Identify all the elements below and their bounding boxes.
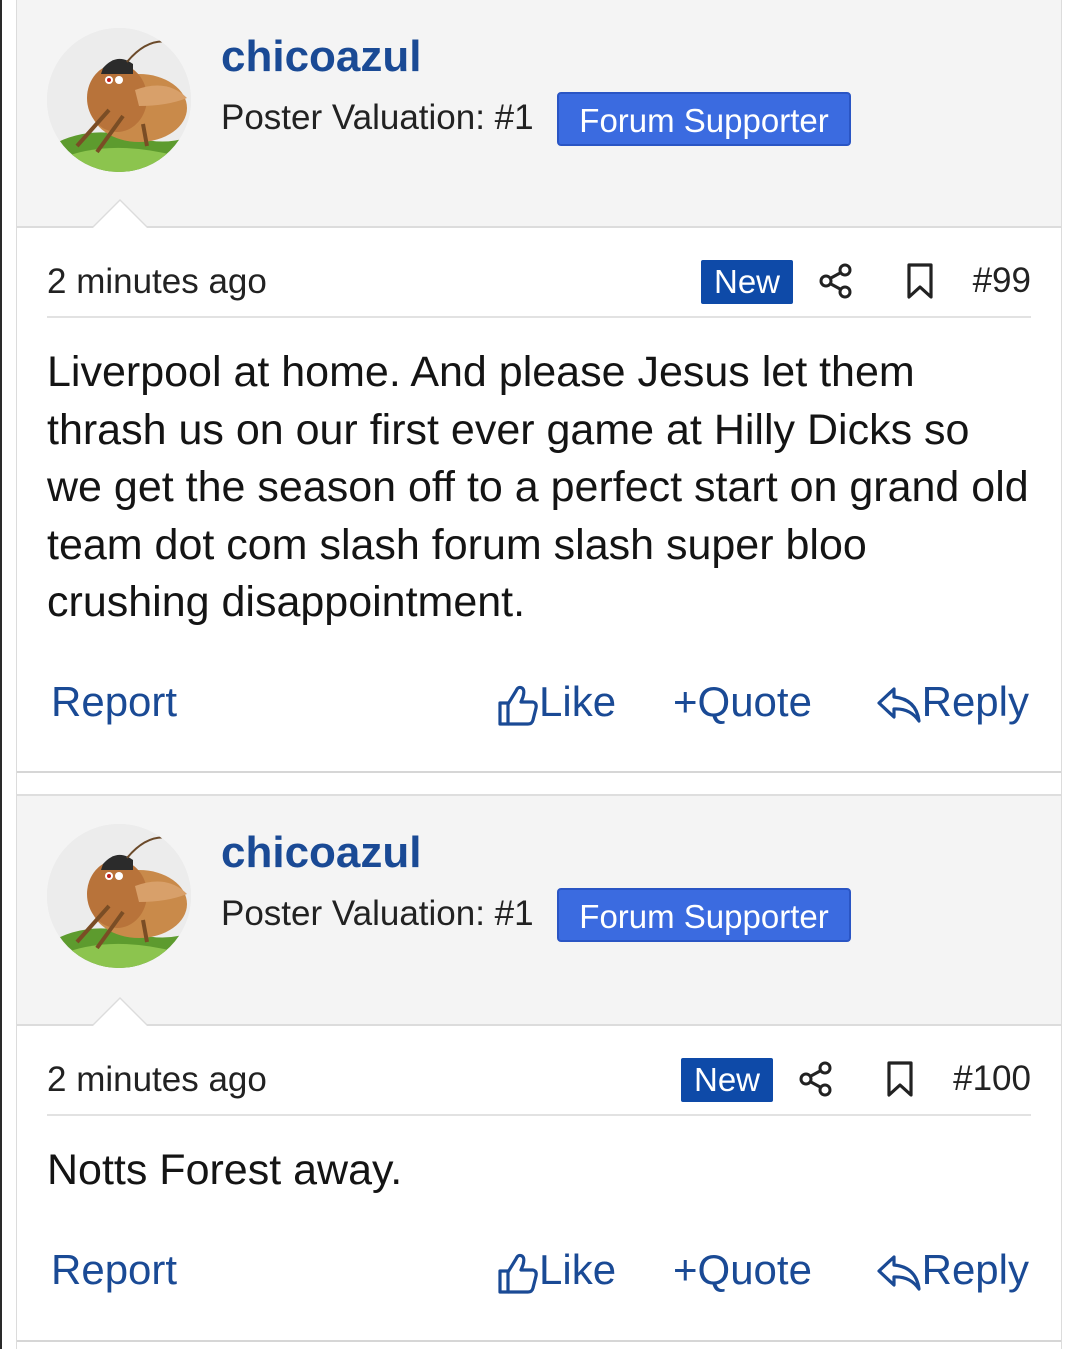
plus-icon: +: [673, 1246, 698, 1293]
like-label: Like: [539, 678, 617, 725]
post-actions: Report Like +Quote Reply: [47, 1240, 1031, 1300]
post: chicoazul Poster Valuation: #1 Forum Sup…: [17, 0, 1061, 773]
post-time[interactable]: 2 minutes ago: [47, 1060, 267, 1100]
grasshopper-avatar-image: [47, 824, 191, 968]
share-icon[interactable]: [797, 1060, 835, 1098]
quote-label: Quote: [697, 1246, 812, 1293]
post-actions: Report Like +Quote Reply: [47, 672, 1031, 732]
share-icon[interactable]: [817, 262, 855, 300]
forum-supporter-badge: Forum Supporter: [557, 92, 851, 146]
quote-label: Quote: [697, 678, 812, 725]
avatar[interactable]: [47, 824, 191, 968]
poster-valuation: Poster Valuation: #1: [221, 894, 534, 933]
reply-label: Reply: [921, 1246, 1029, 1293]
username[interactable]: chicoazul: [221, 30, 422, 84]
forum-supporter-badge: Forum Supporter: [557, 888, 851, 942]
avatar[interactable]: [47, 28, 191, 172]
thread-page: chicoazul Poster Valuation: #1 Forum Sup…: [0, 0, 1079, 1349]
reply-button[interactable]: Reply: [876, 1240, 1029, 1300]
plus-icon: +: [673, 678, 698, 725]
quote-button[interactable]: +Quote: [673, 672, 812, 732]
post-meta: 2 minutes ago New #100: [47, 1026, 1031, 1116]
thumbs-up-icon: [498, 685, 538, 726]
like-button[interactable]: Like: [497, 672, 616, 732]
quote-button[interactable]: +Quote: [673, 1240, 812, 1300]
username[interactable]: chicoazul: [221, 826, 422, 880]
post-body: Notts Forest away.: [47, 1146, 403, 1194]
post-time[interactable]: 2 minutes ago: [47, 262, 267, 302]
header-pointer: [91, 997, 149, 1026]
user-header: chicoazul Poster Valuation: #1 Forum Sup…: [17, 796, 1061, 1026]
reply-button[interactable]: Reply: [876, 672, 1029, 732]
user-header: chicoazul Poster Valuation: #1 Forum Sup…: [17, 0, 1061, 228]
right-frame: [1061, 0, 1079, 1349]
post-number[interactable]: #100: [953, 1059, 1031, 1099]
post-divider: [17, 771, 1061, 773]
grasshopper-avatar-image: [47, 28, 191, 172]
new-badge: New: [701, 260, 794, 304]
post-body: Liverpool at home. And please Jesus let …: [47, 348, 1029, 626]
post-meta: 2 minutes ago New #99: [47, 228, 1031, 318]
left-frame: [0, 0, 17, 1349]
new-badge: New: [681, 1058, 774, 1102]
post-number[interactable]: #99: [973, 261, 1031, 301]
report-button[interactable]: Report: [51, 1240, 177, 1300]
like-label: Like: [539, 1246, 617, 1293]
reply-arrow-icon: [877, 1255, 921, 1291]
post-divider: [17, 1340, 1061, 1342]
bookmark-icon[interactable]: [881, 1060, 919, 1098]
header-pointer: [91, 199, 149, 228]
report-button[interactable]: Report: [51, 672, 177, 732]
reply-arrow-icon: [877, 687, 921, 723]
post: chicoazul Poster Valuation: #1 Forum Sup…: [17, 794, 1061, 1342]
bookmark-icon[interactable]: [901, 262, 939, 300]
thumbs-up-icon: [498, 1253, 538, 1294]
reply-label: Reply: [921, 678, 1029, 725]
poster-valuation: Poster Valuation: #1: [221, 98, 534, 137]
like-button[interactable]: Like: [497, 1240, 616, 1300]
